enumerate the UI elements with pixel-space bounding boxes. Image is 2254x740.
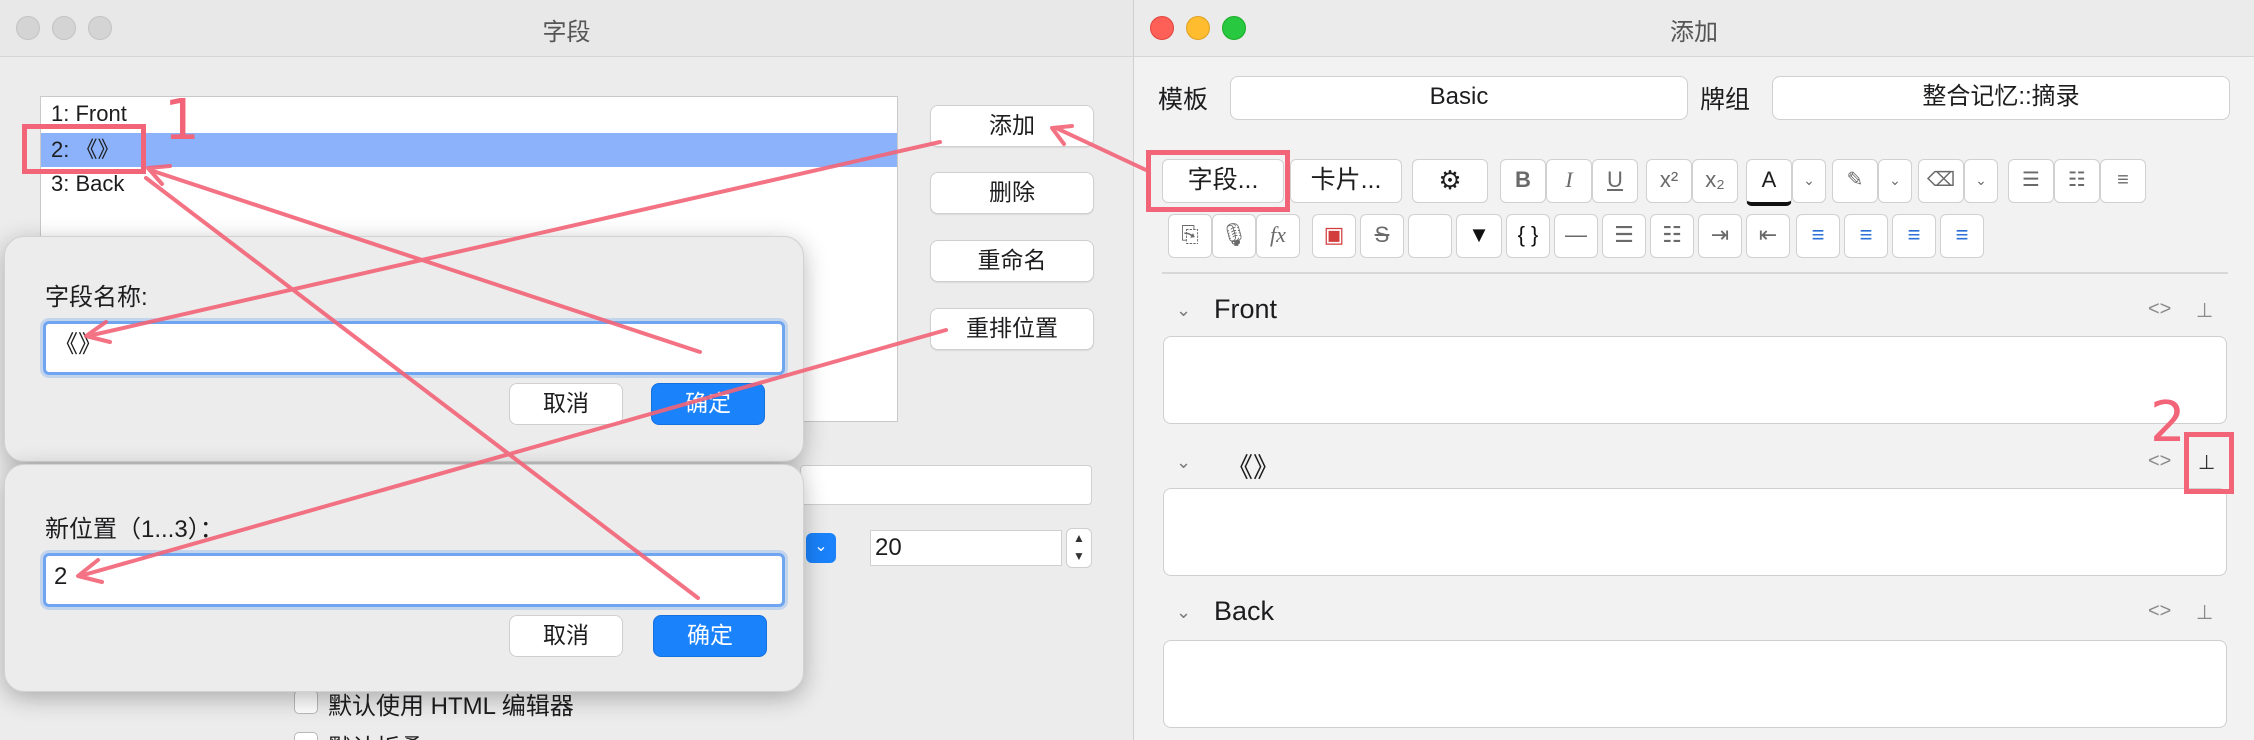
annotation-arrows xyxy=(76,124,1148,600)
arrow-line xyxy=(78,328,948,578)
arrow-line xyxy=(1054,126,1148,172)
arrow-line xyxy=(148,168,702,354)
arrow-line xyxy=(86,140,942,338)
